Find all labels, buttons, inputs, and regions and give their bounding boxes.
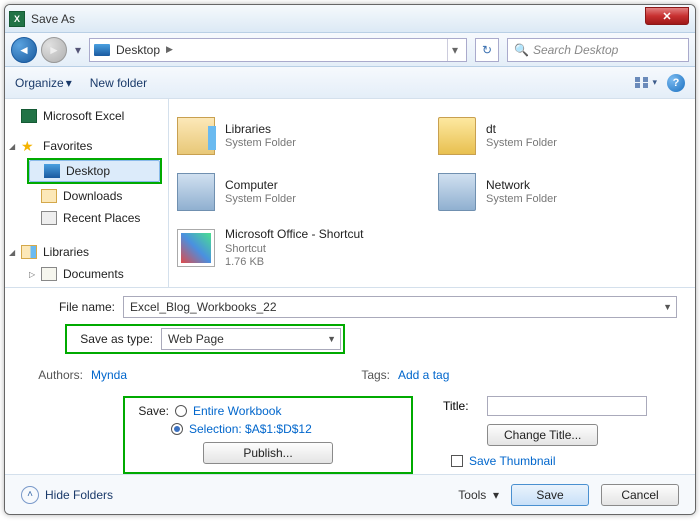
savetype-label: Save as type: (69, 332, 153, 346)
libraries-icon (21, 245, 37, 259)
sidebar-item-desktop[interactable]: Desktop (29, 160, 160, 182)
save-button[interactable]: Save (511, 484, 589, 506)
chevron-right-icon[interactable]: ▶ (166, 44, 173, 55)
expand-icon[interactable]: ◢ (9, 142, 15, 151)
star-icon: ★ (21, 139, 37, 153)
window-title: Save As (31, 12, 75, 26)
item-network[interactable]: NetworkSystem Folder (438, 167, 687, 217)
file-list[interactable]: LibrariesSystem Folder dtSystem Folder C… (169, 99, 695, 287)
radio-selection-label[interactable]: Selection: $A$1:$D$12 (189, 422, 312, 436)
highlight-desktop: Desktop (27, 158, 162, 184)
organize-button[interactable]: Organize ▾ (15, 76, 72, 90)
radio-selection[interactable] (171, 423, 183, 435)
search-input[interactable]: 🔍 Search Desktop (507, 38, 689, 62)
radio-entire-workbook[interactable] (175, 405, 187, 417)
sidebar-item-downloads[interactable]: Downloads (7, 185, 166, 207)
new-folder-button[interactable]: New folder (90, 76, 147, 90)
tools-menu[interactable]: Tools ▾ (458, 488, 499, 502)
navigation-pane: Microsoft Excel ◢★Favorites Desktop Down… (5, 99, 169, 287)
search-placeholder: Search Desktop (533, 43, 618, 57)
view-options-button[interactable]: ▾ (634, 76, 657, 89)
back-button[interactable]: ◄ (11, 37, 37, 63)
title-bar: X Save As ✕ (5, 5, 695, 33)
chevron-down-icon: ▾ (652, 77, 657, 88)
expand-icon[interactable]: ◢ (9, 248, 15, 257)
downloads-icon (41, 189, 57, 203)
cancel-button[interactable]: Cancel (601, 484, 679, 506)
save-options-panel: File name: Excel_Blog_Workbooks_22▼ Save… (5, 288, 695, 474)
computer-icon (177, 173, 215, 211)
tags-label: Tags: (350, 368, 390, 382)
folder-icon (438, 117, 476, 155)
radio-entire-label[interactable]: Entire Workbook (193, 404, 281, 418)
excel-icon (21, 109, 37, 123)
authors-label: Authors: (23, 368, 83, 382)
add-tag-link[interactable]: Add a tag (398, 368, 449, 382)
publish-button[interactable]: Publish... (203, 442, 333, 464)
title-label: Title: (443, 399, 479, 413)
nav-toolbar: ◄ ► ▾ Desktop ▶ ▾ ↻ 🔍 Search Desktop (5, 33, 695, 67)
documents-icon (41, 267, 57, 281)
title-input[interactable] (487, 396, 647, 416)
shortcut-icon (177, 229, 215, 267)
filename-label: File name: (23, 300, 115, 314)
history-dropdown[interactable]: ▾ (71, 40, 85, 60)
item-dt[interactable]: dtSystem Folder (438, 111, 687, 161)
chevron-down-icon[interactable]: ▼ (663, 302, 672, 312)
highlight-save-scope: Save: Entire Workbook Selection: $A$1:$D… (123, 396, 413, 474)
expand-icon[interactable]: ▷ (29, 270, 35, 279)
highlight-save-type: Save as type: Web Page▼ (65, 324, 345, 354)
close-button[interactable]: ✕ (645, 7, 689, 25)
sidebar-item-favorites[interactable]: ◢★Favorites (7, 135, 166, 157)
sidebar-item-documents[interactable]: ▷Documents (7, 263, 166, 285)
libraries-icon (177, 117, 215, 155)
save-thumbnail-label[interactable]: Save Thumbnail (469, 454, 556, 468)
item-libraries[interactable]: LibrariesSystem Folder (177, 111, 426, 161)
item-computer[interactable]: ComputerSystem Folder (177, 167, 426, 217)
refresh-button[interactable]: ↻ (475, 38, 499, 62)
hide-folders-button[interactable]: ˄ Hide Folders (21, 486, 113, 504)
save-thumbnail-checkbox[interactable] (451, 455, 463, 467)
sidebar-item-excel[interactable]: Microsoft Excel (7, 105, 166, 127)
breadcrumb-bar[interactable]: Desktop ▶ ▾ (89, 38, 467, 62)
sidebar-item-recent[interactable]: Recent Places (7, 207, 166, 229)
help-button[interactable]: ? (667, 74, 685, 92)
author-value[interactable]: Mynda (91, 368, 127, 382)
chevron-up-icon: ˄ (21, 486, 39, 504)
savetype-select[interactable]: Web Page▼ (161, 328, 341, 350)
desktop-icon (94, 44, 110, 56)
item-office-shortcut[interactable]: Microsoft Office - ShortcutShortcut1.76 … (177, 223, 426, 273)
save-scope-label: Save: (133, 404, 169, 418)
search-icon: 🔍 (514, 43, 529, 57)
save-as-dialog: X Save As ✕ ◄ ► ▾ Desktop ▶ ▾ ↻ 🔍 Search… (4, 4, 696, 515)
change-title-button[interactable]: Change Title... (487, 424, 598, 446)
recent-icon (41, 211, 57, 225)
filename-input[interactable]: Excel_Blog_Workbooks_22▼ (123, 296, 677, 318)
desktop-icon (44, 164, 60, 178)
breadcrumb-location[interactable]: Desktop (116, 43, 160, 57)
app-icon: X (9, 11, 25, 27)
sidebar-item-libraries[interactable]: ◢Libraries (7, 241, 166, 263)
network-icon (438, 173, 476, 211)
chevron-down-icon: ▾ (66, 76, 72, 90)
dialog-footer: ˄ Hide Folders Tools ▾ Save Cancel (5, 474, 695, 514)
breadcrumb-drop[interactable]: ▾ (447, 39, 462, 61)
forward-button[interactable]: ► (41, 37, 67, 63)
chevron-down-icon[interactable]: ▼ (327, 334, 336, 344)
command-toolbar: Organize ▾ New folder ▾ ? (5, 67, 695, 99)
